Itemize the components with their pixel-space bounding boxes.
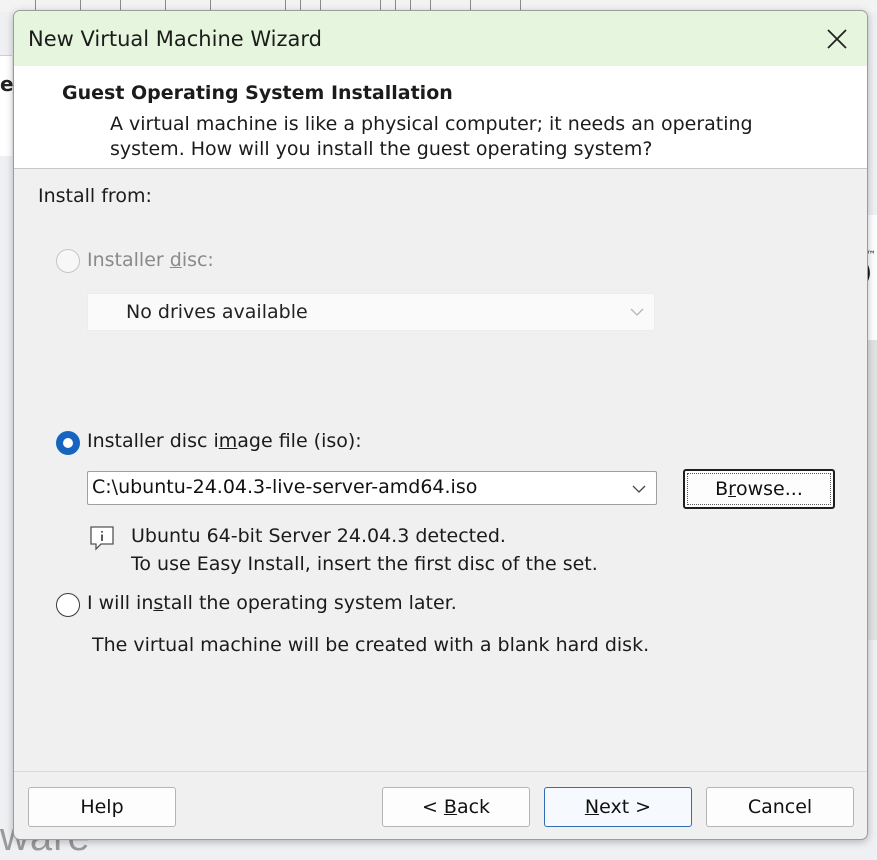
page-description: A virtual machine is like a physical com… — [110, 113, 753, 160]
help-button[interactable]: Help — [28, 787, 176, 827]
background-text: e — [0, 72, 14, 96]
info-icon — [90, 526, 114, 551]
back-button[interactable]: < Back — [382, 787, 530, 827]
background-panel-left — [0, 55, 12, 156]
chevron-down-icon[interactable] — [632, 482, 646, 496]
detection-line-2: To use Easy Install, insert the first di… — [131, 553, 598, 575]
wizard-dialog: New Virtual Machine Wizard Guest Operati… — [13, 10, 868, 840]
wizard-header: Guest Operating System Installation A vi… — [14, 66, 867, 169]
next-button[interactable]: Next > — [544, 787, 692, 827]
install-later-description: The virtual machine will be created with… — [92, 634, 650, 656]
install-later-label: I will install the operating system late… — [87, 592, 457, 614]
installer-disc-dropdown[interactable]: No drives available — [87, 293, 655, 331]
detection-line-1: Ubuntu 64-bit Server 24.04.3 detected. — [131, 525, 506, 547]
install-from-label: Install from: — [38, 185, 152, 207]
installer-disc-radio[interactable] — [56, 249, 80, 273]
cancel-button[interactable]: Cancel — [706, 787, 854, 827]
page-title: Guest Operating System Installation — [62, 82, 453, 104]
iso-path-combobox[interactable]: C:\ubuntu-24.04.3-live-server-amd64.iso — [87, 471, 657, 505]
close-button[interactable] — [807, 11, 867, 66]
window-title: New Virtual Machine Wizard — [28, 27, 322, 51]
detection-info: Ubuntu 64-bit Server 24.04.3 detected. T… — [131, 522, 598, 578]
install-later-radio[interactable] — [56, 593, 80, 617]
iso-path-value: C:\ubuntu-24.04.3-live-server-amd64.iso — [92, 476, 478, 498]
wizard-body: Install from: Installer disc: No drives … — [14, 169, 867, 839]
close-icon — [827, 28, 847, 49]
iso-file-label: Installer disc image file (iso): — [87, 430, 362, 452]
footer-divider — [14, 771, 867, 772]
chevron-down-icon — [630, 308, 644, 316]
title-bar: New Virtual Machine Wizard — [14, 11, 867, 66]
iso-file-radio[interactable] — [56, 431, 80, 455]
installer-disc-value: No drives available — [126, 301, 308, 323]
installer-disc-label: Installer disc: — [87, 249, 214, 271]
browse-button[interactable]: Br owse... — [683, 469, 835, 509]
